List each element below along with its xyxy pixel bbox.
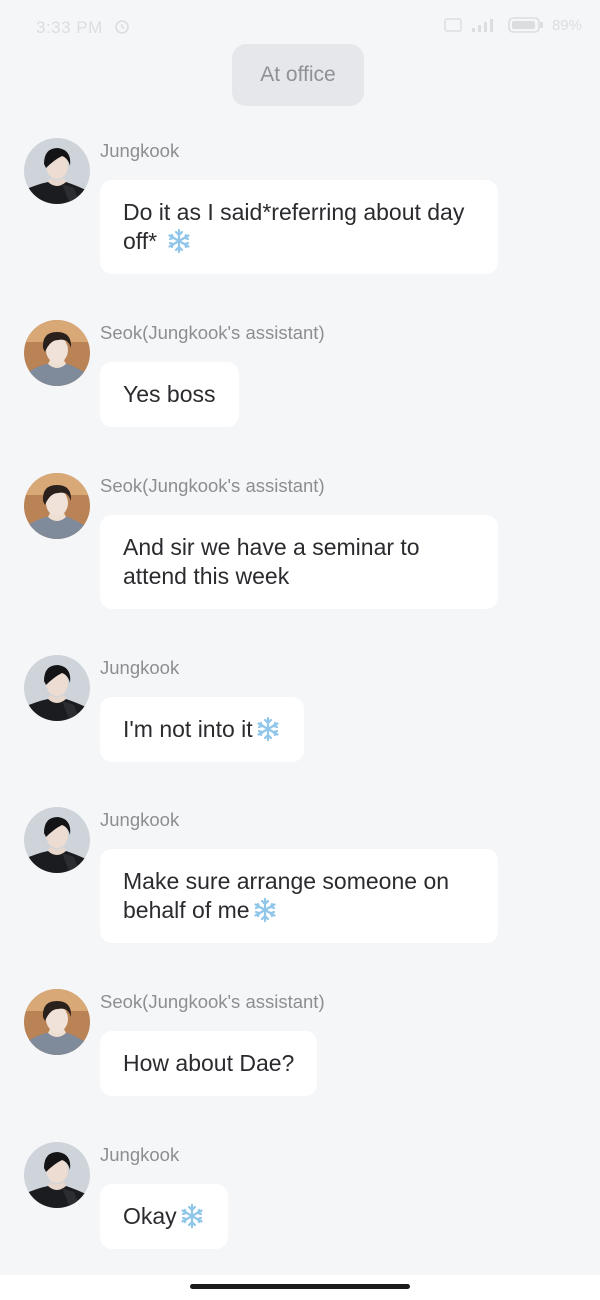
- sim-icon: [444, 18, 462, 32]
- snowflake-icon: [255, 716, 281, 742]
- seok-avatar[interactable]: [24, 473, 90, 539]
- seok-avatar[interactable]: [24, 989, 90, 1055]
- message-bubble[interactable]: Do it as I said*referring about day off*: [100, 180, 498, 274]
- message-bubble[interactable]: Make sure arrange someone on behalf of m…: [100, 849, 498, 943]
- message-bubble[interactable]: Yes boss: [100, 362, 239, 427]
- message-text: I'm not into it: [123, 716, 253, 742]
- jungkook-avatar[interactable]: [24, 1142, 90, 1208]
- message-text: Yes boss: [123, 381, 216, 407]
- message-bubble[interactable]: And sir we have a seminar to attend this…: [100, 515, 498, 609]
- battery-level: 89%: [551, 16, 582, 34]
- alarm-icon: [115, 20, 129, 34]
- sender-name: Jungkook: [100, 657, 180, 678]
- jungkook-avatar[interactable]: [24, 655, 90, 721]
- status-time: 3:33 PM: [36, 18, 103, 37]
- jungkook-avatar[interactable]: [24, 807, 90, 873]
- sender-name: Seok(Jungkook's assistant): [100, 991, 325, 1012]
- message-bubble[interactable]: How about Dae?: [100, 1031, 318, 1096]
- sender-name: Jungkook: [100, 809, 180, 830]
- message-text: How about Dae?: [123, 1050, 295, 1076]
- message-bubble[interactable]: Okay: [100, 1184, 228, 1249]
- snowflake-icon: [166, 228, 192, 254]
- sender-name: Seok(Jungkook's assistant): [100, 475, 325, 496]
- message-text: Okay: [123, 1203, 177, 1229]
- seok-avatar[interactable]: [24, 320, 90, 386]
- sender-name: Seok(Jungkook's assistant): [100, 322, 325, 343]
- message-text: Make sure arrange someone on behalf of m…: [123, 868, 450, 923]
- signal-icon: [471, 19, 493, 32]
- status-right: 89%: [444, 16, 582, 34]
- snowflake-icon: [252, 897, 278, 923]
- scene-label: At office: [232, 44, 364, 106]
- home-indicator[interactable]: [190, 1284, 410, 1289]
- message-text: And sir we have a seminar to attend this…: [123, 534, 420, 589]
- message-bubble[interactable]: I'm not into it: [100, 697, 304, 762]
- jungkook-avatar[interactable]: [24, 138, 90, 204]
- sender-name: Jungkook: [100, 140, 180, 161]
- sender-name: Jungkook: [100, 1144, 180, 1165]
- battery-icon: [508, 17, 543, 33]
- snowflake-icon: [179, 1203, 205, 1229]
